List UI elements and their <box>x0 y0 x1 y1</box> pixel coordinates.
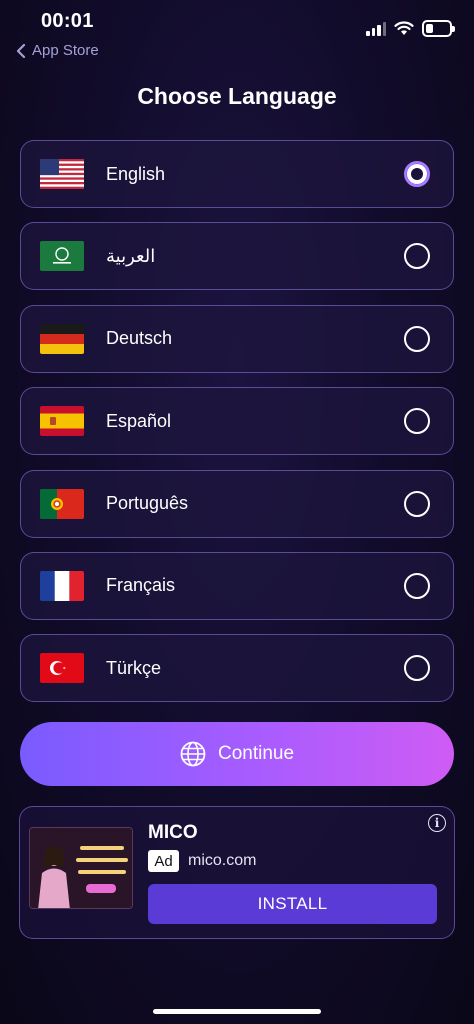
ad-install-button[interactable]: INSTALL <box>148 884 437 924</box>
ad-title: MICO <box>148 822 198 843</box>
germany-flag-icon <box>40 323 84 354</box>
language-label: English <box>106 163 166 184</box>
continue-button-label: Continue <box>217 743 295 764</box>
status-icons <box>366 20 455 37</box>
language-option-german[interactable]: Deutsch <box>20 304 454 373</box>
info-icon[interactable]: i <box>428 814 446 832</box>
radio-unselected-icon[interactable] <box>404 490 430 517</box>
cellular-signal-icon <box>366 21 386 36</box>
us-flag-icon <box>40 159 84 189</box>
language-label: العربية <box>106 245 156 266</box>
radio-unselected-icon[interactable] <box>404 325 430 352</box>
battery-level <box>426 24 433 33</box>
status-time: 00:01 <box>41 10 94 32</box>
battery-icon <box>422 20 455 37</box>
language-option-spanish[interactable]: Español <box>20 387 454 456</box>
home-indicator <box>153 1009 321 1014</box>
spain-flag-icon <box>40 406 84 437</box>
language-option-english[interactable]: English <box>20 140 454 208</box>
language-label: Türkçe <box>106 657 162 678</box>
language-label: Português <box>106 493 189 514</box>
language-label: Español <box>106 410 172 431</box>
ad-badge: Ad <box>148 850 179 872</box>
france-flag-icon <box>40 570 84 601</box>
saudi-flag-icon <box>40 241 84 272</box>
back-link-label: App Store <box>32 42 99 59</box>
language-list: English العربية Deutsch Español Portuguê… <box>20 140 454 717</box>
language-option-turkish[interactable]: Türkçe <box>20 634 454 703</box>
language-option-french[interactable]: Français <box>20 551 454 620</box>
radio-unselected-icon[interactable] <box>404 408 430 435</box>
ad-domain: mico.com <box>188 852 257 869</box>
chevron-left-icon <box>16 43 26 58</box>
continue-button[interactable]: Continue <box>20 722 454 786</box>
language-option-portuguese[interactable]: Português <box>20 469 454 538</box>
back-to-app-store-link[interactable]: App Store <box>16 42 99 59</box>
portugal-flag-icon <box>40 488 84 519</box>
language-option-arabic[interactable]: العربية <box>20 222 454 291</box>
language-label: Deutsch <box>106 328 173 349</box>
ad-banner[interactable]: MICO Ad mico.com INSTALL i <box>19 806 455 939</box>
radio-unselected-icon[interactable] <box>404 655 430 682</box>
ad-image[interactable] <box>29 827 133 909</box>
page-title: Choose Language <box>137 83 337 109</box>
wifi-icon <box>394 21 414 35</box>
radio-unselected-icon[interactable] <box>404 243 430 270</box>
radio-selected-icon[interactable] <box>404 161 430 187</box>
globe-icon <box>180 741 206 767</box>
language-label: Français <box>106 575 176 596</box>
radio-unselected-icon[interactable] <box>404 572 430 599</box>
status-bar: 00:01 App Store <box>0 0 474 64</box>
turkey-flag-icon <box>40 653 84 684</box>
